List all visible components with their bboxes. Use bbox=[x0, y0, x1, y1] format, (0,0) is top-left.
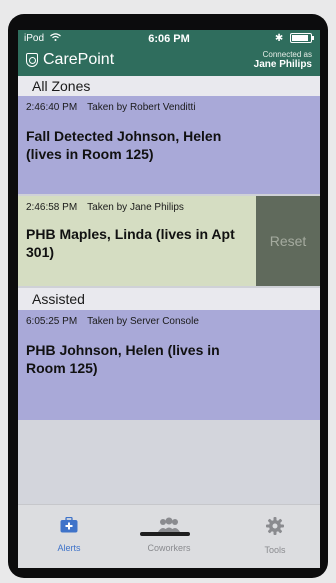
alert-taken-by: Taken by Server Console bbox=[87, 316, 199, 327]
tab-tools[interactable]: Tools bbox=[240, 517, 310, 555]
app-name: CarePoint bbox=[43, 51, 115, 68]
app-header: iPod 6:06 PM ✱ CarePoint Connected as Ja… bbox=[18, 30, 320, 76]
connection-status: Connected as Jane Philips bbox=[254, 50, 312, 70]
alert-item[interactable]: 6:05:25 PM Taken by Server Console PHB Jo… bbox=[18, 310, 320, 420]
section-header-assisted: Assisted bbox=[18, 288, 320, 310]
alert-taken-by: Taken by Jane Philips bbox=[87, 202, 184, 213]
bluetooth-icon: ✱ bbox=[274, 33, 284, 44]
alert-time: 2:46:40 PM bbox=[26, 102, 78, 113]
battery-icon bbox=[290, 33, 314, 44]
alert-time: 6:05:25 PM bbox=[26, 316, 78, 327]
tab-bar: Alerts Coworkers Tools bbox=[18, 504, 320, 568]
app-brand: CarePoint bbox=[26, 51, 114, 69]
alert-title: Fall Detected Johnson, Helen (lives in R… bbox=[26, 128, 222, 162]
section-header-all-zones: All Zones bbox=[18, 76, 320, 96]
alert-meta: 6:05:25 PM Taken by Server Console bbox=[26, 316, 312, 327]
alert-item[interactable]: 2:46:40 PM Taken by Robert Venditti Fall … bbox=[18, 96, 320, 194]
tab-label: Alerts bbox=[57, 543, 81, 553]
app-screen: iPod 6:06 PM ✱ CarePoint Connected as Ja… bbox=[18, 30, 320, 568]
list-empty-area bbox=[18, 420, 320, 504]
alert-title: PHB Maples, Linda (lives in Apt 301) bbox=[26, 226, 235, 260]
gear-icon bbox=[240, 517, 310, 535]
alert-title: PHB Johnson, Helen (lives in Room 125) bbox=[26, 342, 220, 376]
medical-kit-icon bbox=[34, 517, 104, 533]
alert-taken-by: Taken by Robert Venditti bbox=[87, 102, 196, 113]
tab-alerts[interactable]: Alerts bbox=[34, 517, 104, 553]
connected-user: Jane Philips bbox=[253, 59, 312, 70]
carepoint-logo-icon bbox=[26, 53, 38, 67]
alert-time: 2:46:58 PM bbox=[26, 202, 78, 213]
tab-label: Tools bbox=[264, 545, 286, 555]
home-indicator bbox=[140, 532, 190, 536]
reset-button[interactable]: Reset bbox=[256, 196, 320, 286]
status-right: ✱ bbox=[274, 33, 314, 44]
connected-label: Connected as bbox=[262, 50, 312, 59]
tab-label: Coworkers bbox=[147, 543, 191, 553]
people-icon bbox=[134, 517, 204, 533]
alert-meta: 2:46:40 PM Taken by Robert Venditti bbox=[26, 102, 312, 113]
